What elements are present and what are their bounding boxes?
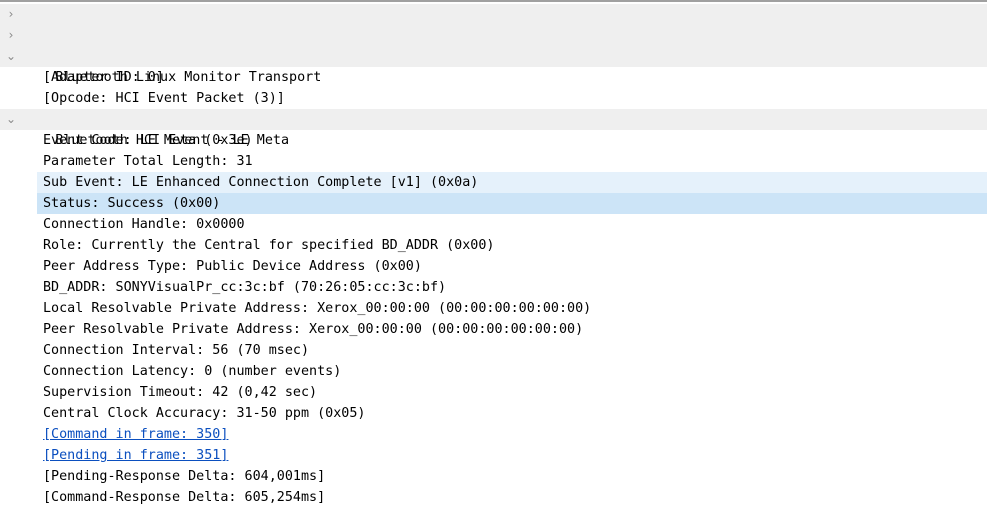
tree-item-pending-frame[interactable]: [Pending in frame: 351] xyxy=(0,445,987,466)
field-text: Central Clock Accuracy: 31-50 ppm (0x05) xyxy=(43,406,366,421)
field-text: [Command-Response Delta: 605,254ms] xyxy=(43,490,326,505)
chevron-down-icon[interactable]: ⌄ xyxy=(5,109,17,130)
field-text: Sub Event: LE Enhanced Connection Comple… xyxy=(43,175,479,190)
field-text: Connection Handle: 0x0000 xyxy=(43,217,245,232)
field-text: [Adapter ID: 0] xyxy=(43,70,164,85)
field-text: Connection Interval: 56 (70 msec) xyxy=(43,343,310,358)
field-text: Status: Success (0x00) xyxy=(43,196,221,211)
field-text: Peer Resolvable Private Address: Xerox_0… xyxy=(43,322,584,337)
field-text: [Pending-Response Delta: 604,001ms] xyxy=(43,469,326,484)
tree-item-bluetooth[interactable]: ›Bluetooth xyxy=(0,25,987,64)
tree-item-bd-addr[interactable]: BD_ADDR: SONYVisualPr_cc:3c:bf (70:26:05… xyxy=(0,277,987,298)
chevron-down-icon[interactable]: ⌄ xyxy=(5,46,17,67)
tree-item-role[interactable]: Role: Currently the Central for specifie… xyxy=(0,235,987,256)
tree-item-clock-accuracy[interactable]: Central Clock Accuracy: 31-50 ppm (0x05) xyxy=(0,403,987,424)
tree-item-command-delta[interactable]: [Command-Response Delta: 605,254ms] xyxy=(0,487,987,508)
tree-item-frame[interactable]: ›Frame 359: 33 bytes on wire (264 bits),… xyxy=(0,4,987,43)
tree-item-event-code[interactable]: Event Code: LE Meta (0x3e) xyxy=(0,130,987,151)
tree-item-peer-rpa[interactable]: Peer Resolvable Private Address: Xerox_0… xyxy=(0,319,987,340)
tree-item-opcode[interactable]: [Opcode: HCI Event Packet (3)] xyxy=(0,88,987,109)
field-text: Event Code: LE Meta (0x3e) xyxy=(43,133,253,148)
tree-item-supervision-timeout[interactable]: Supervision Timeout: 42 (0,42 sec) xyxy=(0,382,987,403)
command-frame-link[interactable]: [Command in frame: 350] xyxy=(43,427,228,442)
tree-item-param-length[interactable]: Parameter Total Length: 31 xyxy=(0,151,987,172)
field-text: Supervision Timeout: 42 (0,42 sec) xyxy=(43,385,318,400)
tree-item-hci-event[interactable]: ⌄ Bluetooth HCI Event - LE Meta xyxy=(0,109,987,148)
tree-item-conn-latency[interactable]: Connection Latency: 0 (number events) xyxy=(0,361,987,382)
tree-item-conn-interval[interactable]: Connection Interval: 56 (70 msec) xyxy=(0,340,987,361)
tree-item-conn-handle[interactable]: Connection Handle: 0x0000 xyxy=(0,214,987,235)
pending-frame-link[interactable]: [Pending in frame: 351] xyxy=(43,448,228,463)
field-text: Connection Latency: 0 (number events) xyxy=(43,364,342,379)
tree-item-local-rpa[interactable]: Local Resolvable Private Address: Xerox_… xyxy=(0,298,987,319)
chevron-right-icon[interactable]: › xyxy=(5,4,17,25)
field-text: [Opcode: HCI Event Packet (3)] xyxy=(43,91,285,106)
field-text: BD_ADDR: SONYVisualPr_cc:3c:bf (70:26:05… xyxy=(43,280,447,295)
tree-item-linux-monitor[interactable]: ⌄ Bluetooth Linux Monitor Transport xyxy=(0,46,987,85)
tree-item-peer-address-type[interactable]: Peer Address Type: Public Device Address… xyxy=(0,256,987,277)
tree-item-adapter-id[interactable]: [Adapter ID: 0] xyxy=(0,67,987,88)
tree-item-status[interactable]: Status: Success (0x00) xyxy=(37,193,987,214)
field-text: Parameter Total Length: 31 xyxy=(43,154,253,169)
field-text: Peer Address Type: Public Device Address… xyxy=(43,259,422,274)
packet-details-tree: ›Frame 359: 33 bytes on wire (264 bits),… xyxy=(0,0,987,508)
field-text: Role: Currently the Central for specifie… xyxy=(43,238,495,253)
tree-item-sub-event[interactable]: Sub Event: LE Enhanced Connection Comple… xyxy=(37,172,987,193)
chevron-right-icon[interactable]: › xyxy=(5,25,17,46)
field-text: Local Resolvable Private Address: Xerox_… xyxy=(43,301,592,316)
tree-item-pending-delta[interactable]: [Pending-Response Delta: 604,001ms] xyxy=(0,466,987,487)
tree-item-command-frame[interactable]: [Command in frame: 350] xyxy=(0,424,987,445)
